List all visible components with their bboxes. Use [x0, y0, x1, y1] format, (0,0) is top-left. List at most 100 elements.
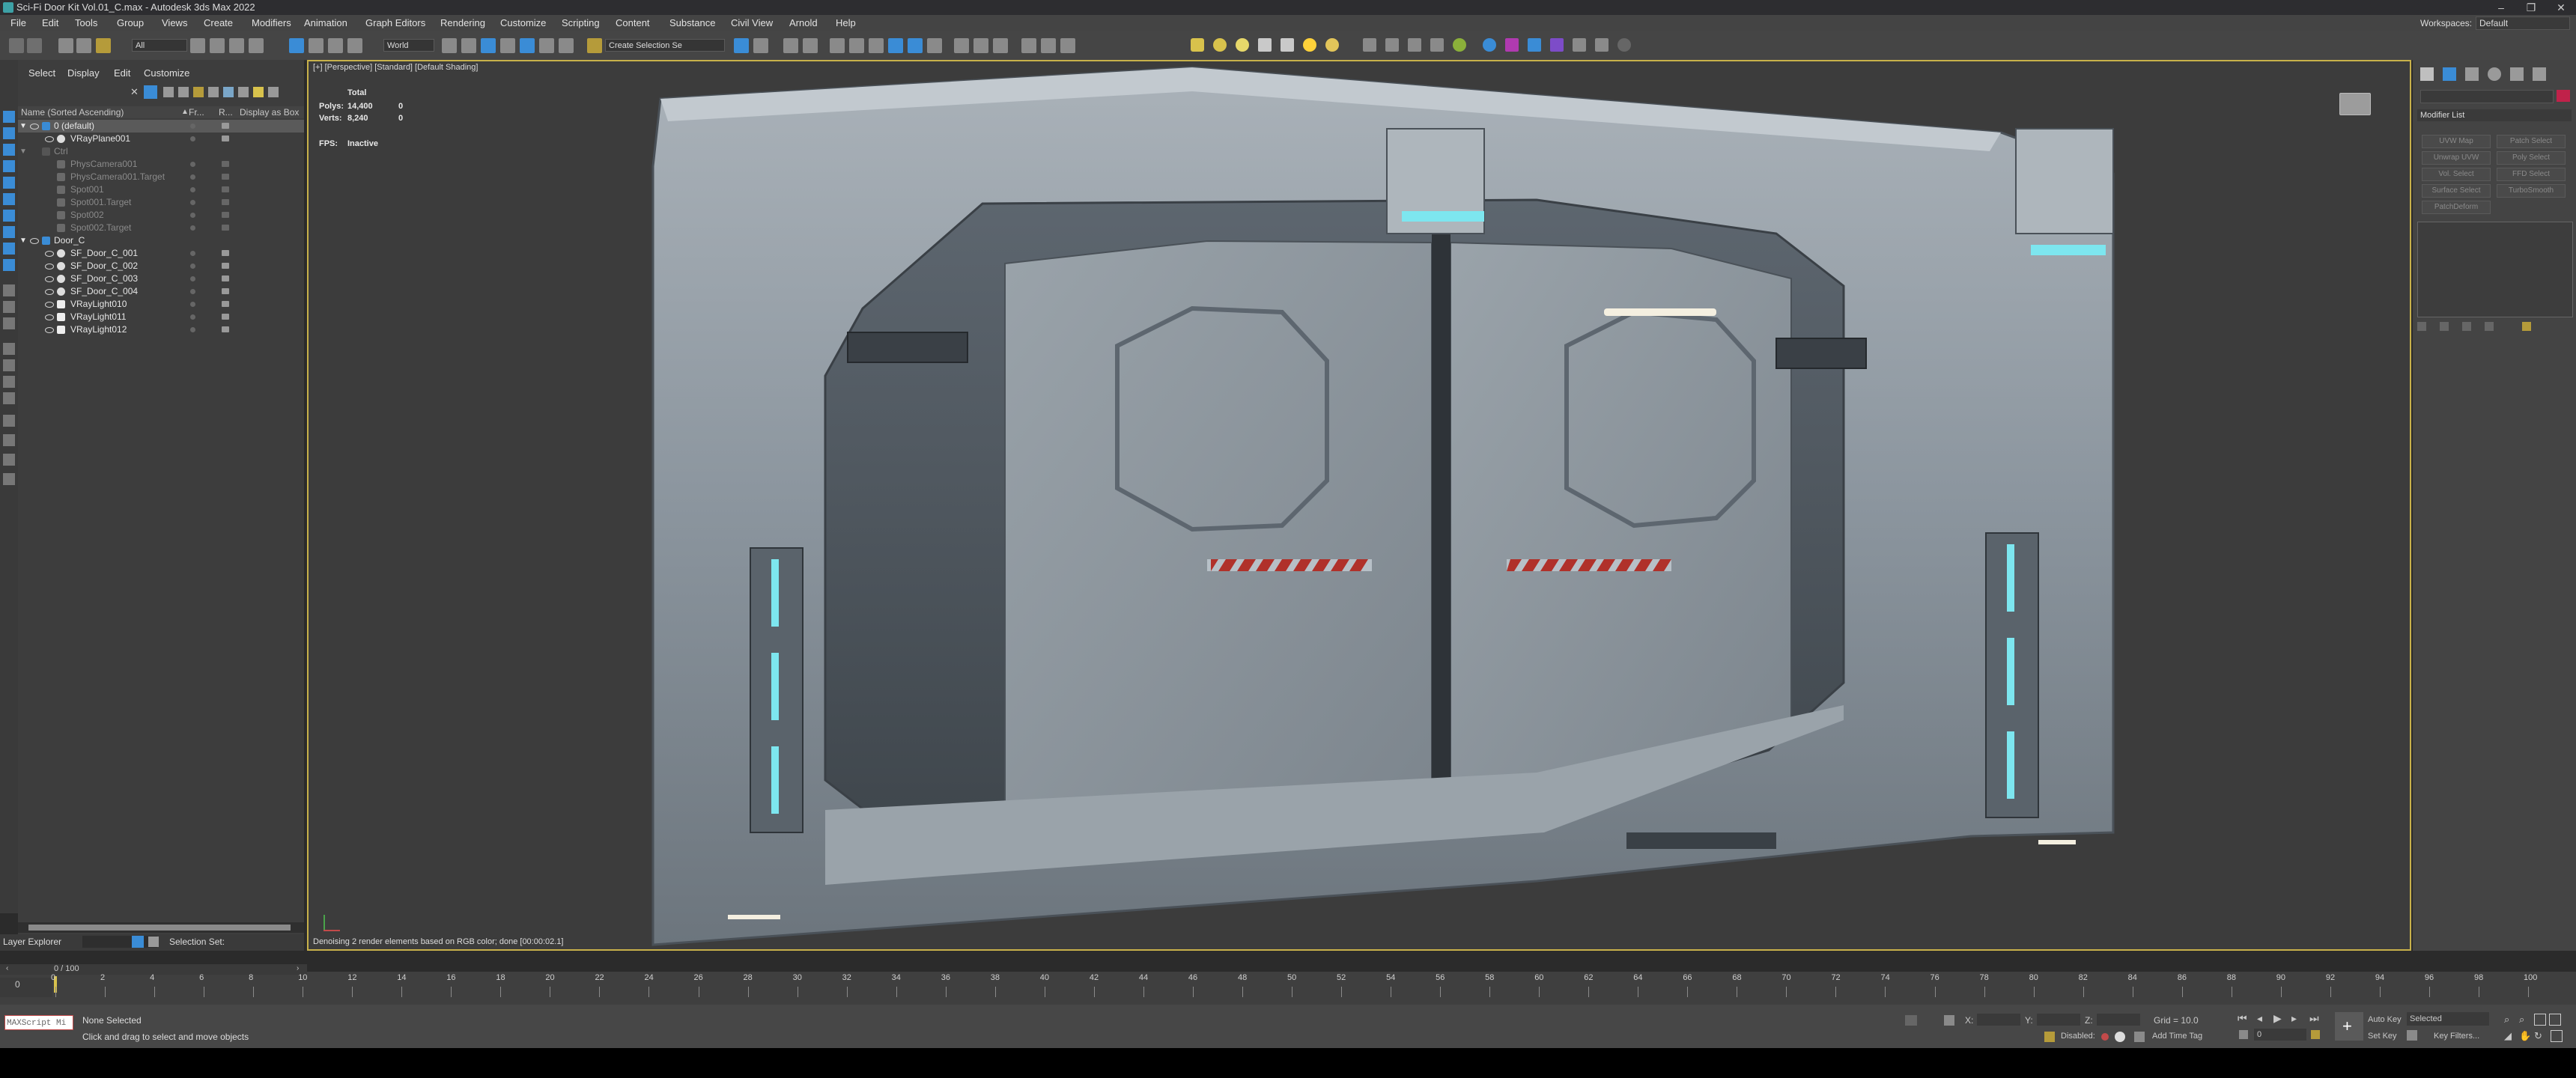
- modifier-button[interactable]: Surface Select: [2422, 184, 2491, 198]
- key-filter-icon[interactable]: [2407, 1030, 2417, 1041]
- render-production-icon[interactable]: [927, 38, 942, 53]
- visibility-eye-icon[interactable]: [30, 124, 39, 130]
- render-setup-icon[interactable]: [888, 38, 903, 53]
- column-frozen[interactable]: Fr...: [189, 106, 204, 118]
- vray-ies-light-icon[interactable]: [1258, 38, 1272, 52]
- previous-frame-icon[interactable]: ◂: [2257, 1012, 2262, 1025]
- vray-material-icon[interactable]: [1453, 38, 1466, 52]
- orbit-icon[interactable]: ↻: [2534, 1030, 2542, 1042]
- tab-customize[interactable]: Customize: [144, 67, 189, 79]
- keyboard-shortcut-icon[interactable]: [461, 38, 476, 53]
- auto-key-button[interactable]: Auto Key: [2368, 1015, 2402, 1024]
- zoom-all-icon[interactable]: ⌕: [2519, 1014, 2524, 1026]
- modifier-stack[interactable]: [2417, 222, 2573, 317]
- frozen-toggle-icon[interactable]: [190, 162, 195, 167]
- collapse-arrow-icon[interactable]: ▼: [19, 145, 27, 158]
- workspaces-dropdown[interactable]: Default: [2476, 16, 2570, 30]
- field-of-view-icon[interactable]: ◢: [2504, 1030, 2512, 1042]
- menu-create[interactable]: Create: [204, 15, 233, 31]
- close-icon[interactable]: ✕: [2546, 0, 2576, 15]
- menu-arnold[interactable]: Arnold: [789, 15, 818, 31]
- z-coordinate-field[interactable]: [2097, 1014, 2140, 1026]
- vray-ipr-icon[interactable]: [993, 38, 1008, 53]
- list-item[interactable]: PhysCamera001.Target: [18, 171, 304, 183]
- display-frozen-icon[interactable]: [3, 301, 15, 313]
- sync-selection-icon[interactable]: [3, 392, 15, 404]
- list-item[interactable]: ▼ Door_C: [18, 234, 304, 247]
- search-icon[interactable]: [268, 87, 279, 97]
- show-end-result-icon[interactable]: [2440, 322, 2449, 331]
- renderable-toggle-icon[interactable]: [222, 212, 229, 218]
- toggle-ribbon-icon[interactable]: [803, 38, 818, 53]
- menu-civil-view[interactable]: Civil View: [731, 15, 773, 31]
- remove-modifier-icon[interactable]: [2485, 322, 2494, 331]
- frozen-toggle-icon[interactable]: [190, 276, 195, 281]
- add-time-tag-icon[interactable]: [2134, 1032, 2145, 1042]
- maximize-viewport-icon[interactable]: [2551, 1030, 2563, 1042]
- play-icon[interactable]: ▶: [2273, 1012, 2282, 1025]
- pan-icon[interactable]: ✋: [2519, 1030, 2531, 1042]
- layer-explorer-dropdown[interactable]: [82, 936, 157, 948]
- modifier-button[interactable]: FFD Select: [2497, 168, 2566, 181]
- filter-icon[interactable]: [144, 85, 157, 99]
- renderable-toggle-icon[interactable]: [222, 186, 229, 192]
- frozen-toggle-icon[interactable]: [190, 225, 195, 231]
- object-name-field[interactable]: [2420, 90, 2554, 103]
- layer-properties-icon[interactable]: [223, 87, 234, 97]
- list-item[interactable]: PhysCamera001: [18, 158, 304, 171]
- vray-proxy-icon[interactable]: [1385, 38, 1399, 52]
- set-key-button[interactable]: Set Key: [2368, 1032, 2397, 1041]
- spinner-snap-icon[interactable]: [559, 38, 574, 53]
- select-by-name-icon[interactable]: [210, 38, 225, 53]
- display-spacewarps-icon[interactable]: [3, 210, 15, 222]
- pivot-icon[interactable]: [442, 38, 457, 53]
- scrollbar-thumb[interactable]: [28, 925, 291, 931]
- vray-ambient-light-icon[interactable]: [1281, 38, 1294, 52]
- highlight-icon[interactable]: [253, 87, 264, 97]
- display-shapes-icon[interactable]: [3, 144, 15, 156]
- horizontal-scrollbar[interactable]: [18, 922, 304, 933]
- frozen-toggle-icon[interactable]: [190, 136, 195, 141]
- vray-bake-icon[interactable]: [1573, 38, 1586, 52]
- y-coordinate-field[interactable]: [2037, 1014, 2080, 1026]
- renderable-toggle-icon[interactable]: [222, 263, 229, 269]
- create-tab-icon[interactable]: [2420, 67, 2434, 81]
- minimize-icon[interactable]: –: [2486, 0, 2516, 15]
- maxscript-listener[interactable]: MAXScript Mi: [4, 1015, 73, 1030]
- adaptive-degradation-icon[interactable]: [2044, 1032, 2055, 1042]
- list-item[interactable]: ▼ 0 (default): [18, 120, 304, 133]
- edit-named-selection-icon[interactable]: [587, 38, 602, 53]
- display-influences-icon[interactable]: [3, 376, 15, 388]
- key-filters-button[interactable]: Key Filters...: [2434, 1032, 2479, 1041]
- find-icon[interactable]: [3, 415, 15, 427]
- bind-space-warp-icon[interactable]: [96, 38, 111, 53]
- renderable-toggle-icon[interactable]: [222, 174, 229, 180]
- zoom-extents-all-icon[interactable]: [2549, 1014, 2561, 1026]
- renderable-toggle-icon[interactable]: [222, 288, 229, 294]
- modifier-button[interactable]: Vol. Select: [2422, 168, 2491, 181]
- renderable-toggle-icon[interactable]: [222, 135, 229, 141]
- layer-mode-icon[interactable]: [132, 936, 144, 948]
- tab-edit[interactable]: Edit: [114, 67, 130, 79]
- list-item[interactable]: VRayLight012: [18, 323, 304, 336]
- modifier-list-dropdown[interactable]: Modifier List: [2417, 109, 2572, 121]
- list-item[interactable]: SF_Door_C_002: [18, 260, 304, 272]
- modifier-button[interactable]: Unwrap UVW: [2422, 151, 2491, 165]
- menu-rendering[interactable]: Rendering: [440, 15, 485, 31]
- frozen-toggle-icon[interactable]: [190, 289, 195, 294]
- modifier-button[interactable]: UVW Map: [2422, 135, 2491, 148]
- vray-dome-light-icon[interactable]: [1213, 38, 1227, 52]
- mirror-icon[interactable]: [734, 38, 749, 53]
- vray-sphere-light-icon[interactable]: [1236, 38, 1249, 52]
- modify-tab-icon[interactable]: [2443, 67, 2456, 81]
- list-item[interactable]: SF_Door_C_003: [18, 272, 304, 285]
- hierarchy-tab-icon[interactable]: [2465, 67, 2479, 81]
- column-display-as-box[interactable]: Display as Box: [240, 106, 299, 118]
- motion-tab-icon[interactable]: [2488, 67, 2501, 81]
- vray-mesh-export-icon[interactable]: [1430, 38, 1444, 52]
- display-containers-icon[interactable]: [3, 284, 15, 296]
- undo-icon[interactable]: [9, 38, 24, 53]
- unlink-icon[interactable]: [76, 38, 91, 53]
- frozen-toggle-icon[interactable]: [190, 200, 195, 205]
- menu-file[interactable]: File: [10, 15, 26, 31]
